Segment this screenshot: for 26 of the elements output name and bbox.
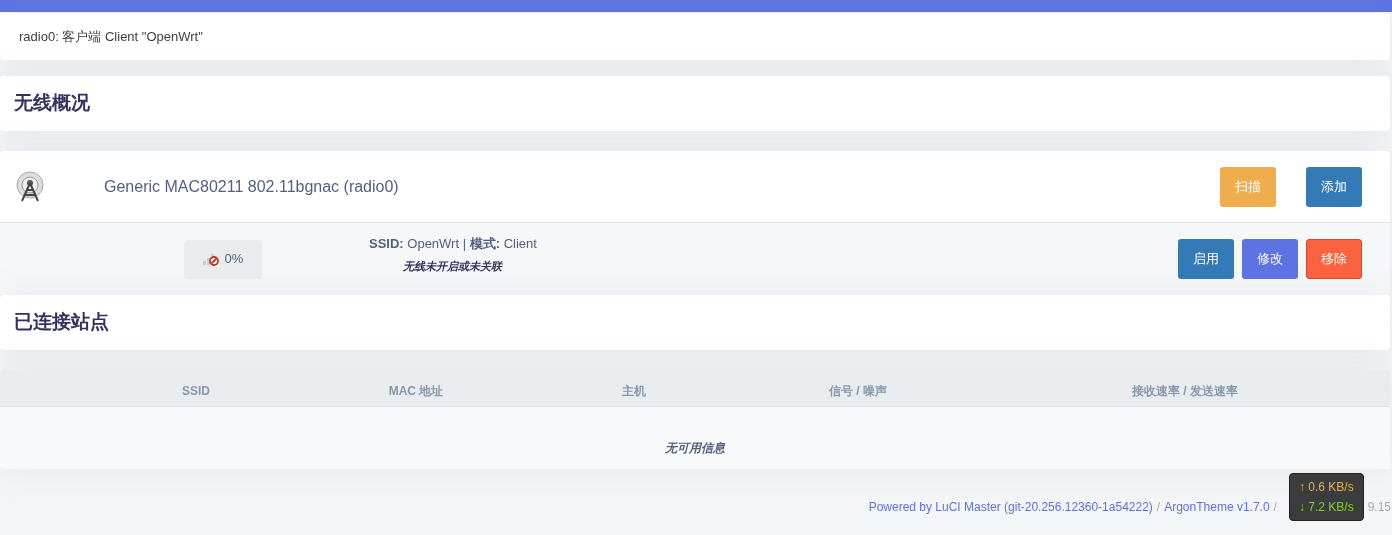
no-signal-icon bbox=[202, 252, 219, 266]
column-header: MAC 地址 bbox=[387, 383, 445, 400]
section-title: 无线概况 bbox=[13, 91, 91, 116]
action-button[interactable]: 修改 bbox=[1242, 239, 1298, 279]
action-button[interactable]: 启用 bbox=[1178, 239, 1234, 279]
upload-speed: ↑ 0.6 KB/s bbox=[1298, 479, 1354, 496]
footer-link[interactable]: Powered by LuCI Master (git-20.256.12360-1a54222) bbox=[868, 498, 1153, 516]
separator-text: / bbox=[1273, 499, 1277, 516]
status-notice: radio0: 客户端 Client "OpenWrt" bbox=[0, 13, 1390, 60]
column-header: 信号 / 噪声 bbox=[827, 383, 888, 400]
network-status: 无线未开启或未关联 bbox=[403, 258, 503, 274]
footer-link[interactable]: ArgonTheme v1.7.0 bbox=[1164, 498, 1270, 516]
version-text: 9.15 bbox=[1367, 499, 1391, 516]
column-header: 主机 bbox=[621, 383, 647, 400]
action-button[interactable]: 移除 bbox=[1306, 239, 1362, 279]
signal-percent: 0% bbox=[224, 250, 244, 269]
separator-text: / bbox=[1156, 499, 1161, 516]
action-button[interactable]: 添加 bbox=[1306, 166, 1362, 207]
empty-message: 无可用信息 bbox=[0, 407, 1390, 469]
antenna-icon bbox=[14, 170, 46, 203]
section-title: 已连接站点 bbox=[13, 310, 110, 335]
device-name: Generic MAC80211 802.11bgnac (radio0) bbox=[104, 176, 399, 197]
download-speed: ↓ 7.2 KB/s bbox=[1298, 499, 1354, 516]
network-info: SSID: OpenWrt | 模式: Client bbox=[369, 235, 537, 253]
column-header: SSID bbox=[181, 383, 211, 400]
column-header: 接收速率 / 发送速率 bbox=[1131, 383, 1239, 400]
